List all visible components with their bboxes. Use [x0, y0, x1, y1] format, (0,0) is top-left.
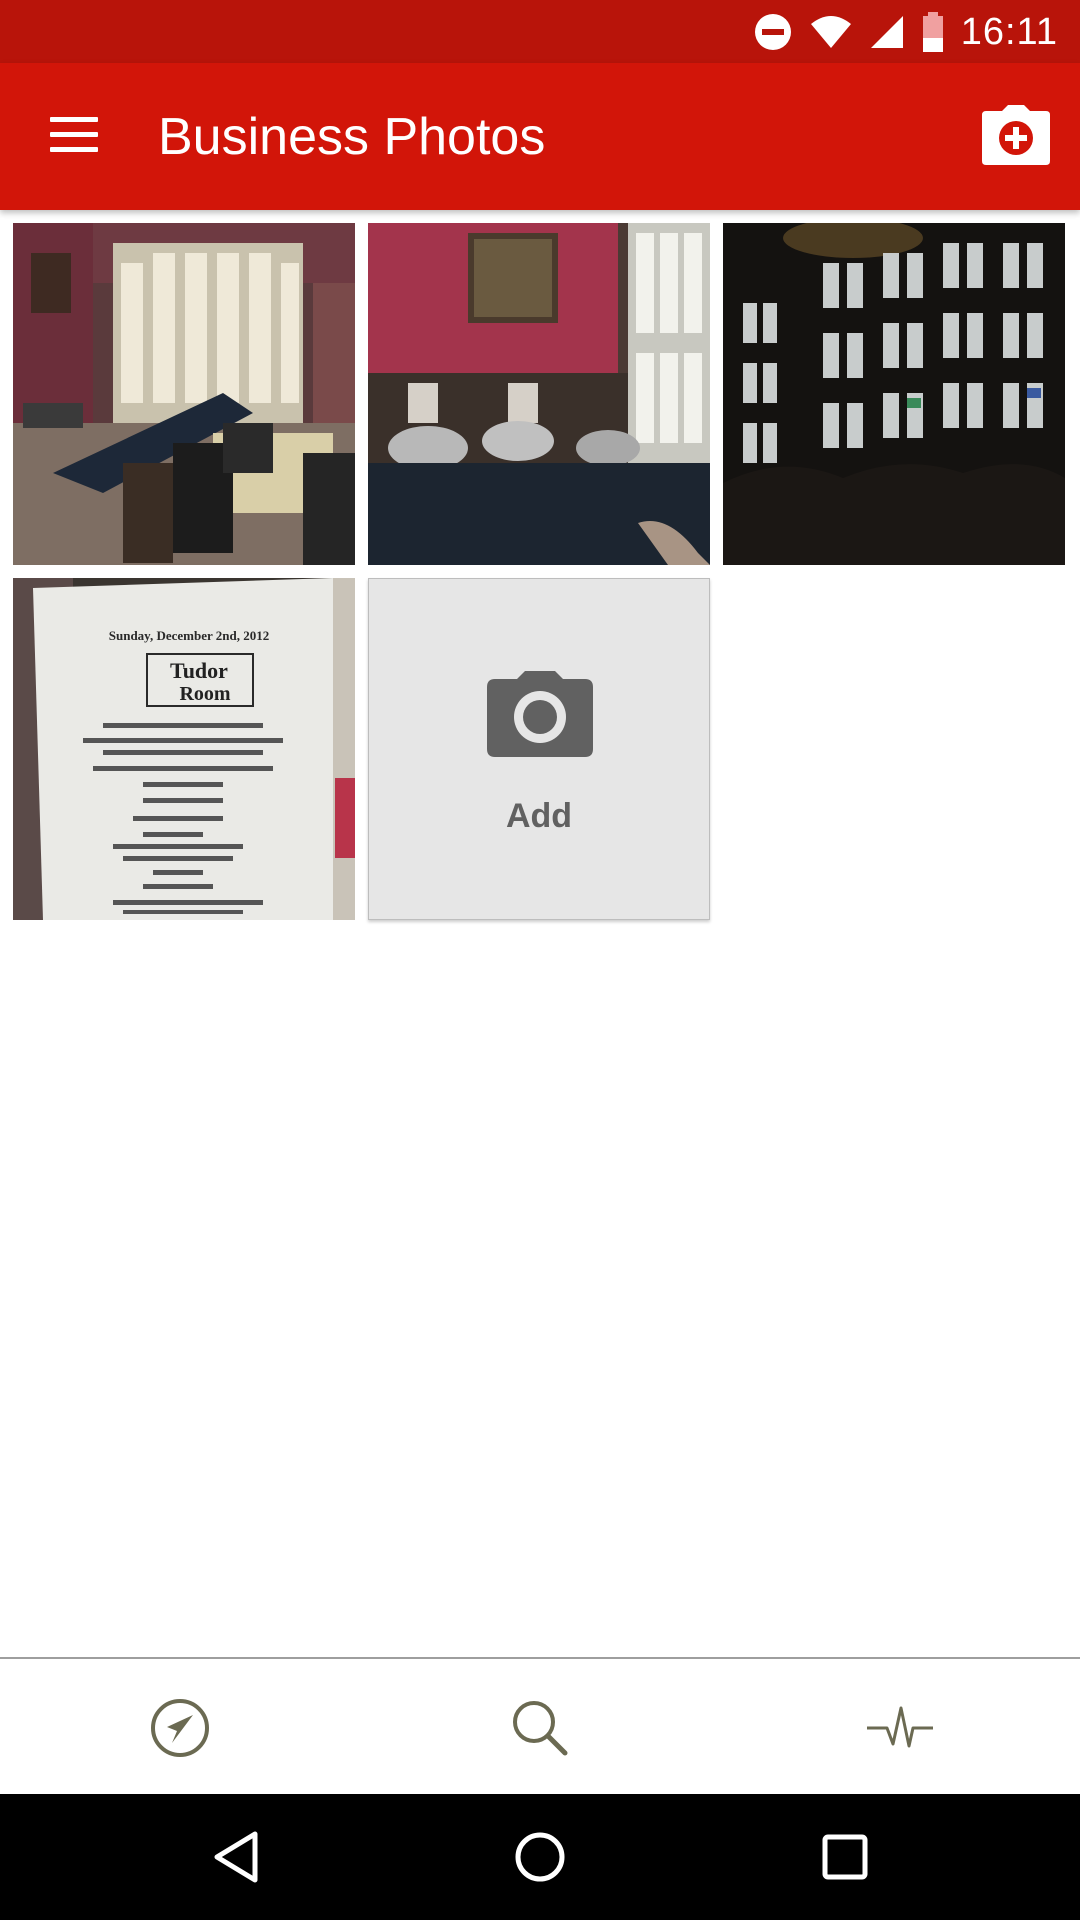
- battery-icon: [922, 12, 943, 52]
- nav-activity-button[interactable]: [860, 1691, 940, 1765]
- photo-stained-glass[interactable]: [723, 223, 1065, 565]
- add-label: Add: [505, 797, 573, 835]
- hamburger-menu-icon[interactable]: [44, 111, 104, 161]
- recents-button[interactable]: [810, 1822, 880, 1892]
- search-icon: [513, 1701, 568, 1756]
- system-nav: [0, 1794, 1080, 1920]
- add-photo-tile[interactable]: Add: [368, 578, 710, 920]
- activity-pulse-icon: [867, 1706, 933, 1748]
- app-bar: Business Photos: [0, 63, 1080, 210]
- back-icon: [214, 1831, 258, 1883]
- menu-sign-date: Sunday, December 2nd, 2012: [109, 628, 269, 643]
- cell-signal-icon: [870, 16, 903, 48]
- photo-dining-room[interactable]: [13, 223, 355, 565]
- add-photo-camera-icon: [982, 105, 1050, 165]
- nav-search-button[interactable]: [500, 1691, 580, 1765]
- bottom-nav: [0, 1657, 1080, 1794]
- add-photo-button[interactable]: [980, 105, 1052, 167]
- page-title: Business Photos: [158, 108, 546, 166]
- home-button[interactable]: [505, 1822, 575, 1892]
- wifi-icon: [810, 16, 851, 48]
- nav-explore-button[interactable]: [140, 1691, 220, 1765]
- recents-icon: [822, 1834, 868, 1880]
- camera-icon: [487, 671, 593, 757]
- status-time: 16:11: [960, 10, 1058, 53]
- menu-sign-name-line2: Room: [179, 683, 230, 705]
- navigation-compass-icon: [151, 1699, 209, 1757]
- back-button[interactable]: [200, 1822, 270, 1892]
- photo-buffet[interactable]: [368, 223, 710, 565]
- photo-menu-sign[interactable]: Sunday, December 2nd, 2012 Tudor Room: [13, 578, 355, 920]
- status-bar: 16:11: [0, 0, 1080, 63]
- do-not-disturb-icon: [754, 14, 791, 50]
- home-icon: [515, 1832, 565, 1882]
- status-icons: 16:11: [753, 10, 1058, 54]
- menu-sign-name-line1: Tudor: [170, 658, 228, 683]
